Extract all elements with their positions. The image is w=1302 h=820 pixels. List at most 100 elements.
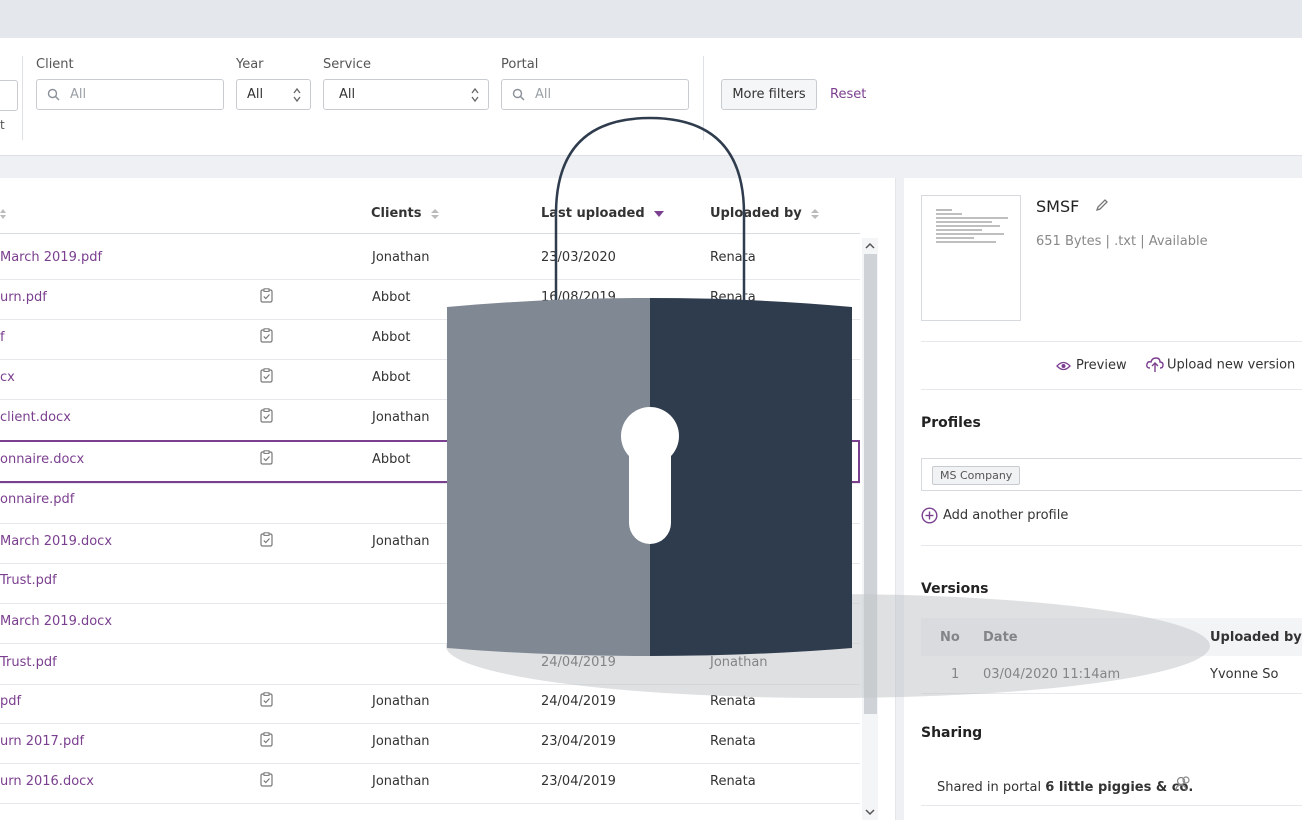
clipboard-check-icon[interactable] [260, 732, 273, 747]
client-cell: Abbot [372, 370, 411, 385]
upload-new-version-link[interactable]: Upload new version [1146, 357, 1295, 373]
versions-col-date: Date [983, 630, 1018, 645]
file-name-link[interactable]: cx [0, 370, 15, 385]
sort-icon [811, 208, 820, 219]
cloud-upload-icon [1146, 357, 1164, 372]
more-filters-button[interactable]: More filters [721, 79, 817, 110]
service-value: All [339, 87, 356, 102]
portal-search-input[interactable]: All [501, 79, 689, 110]
edit-pencil-icon[interactable] [1095, 198, 1109, 212]
row-divider [0, 483, 860, 484]
scroll-up-icon[interactable] [865, 242, 875, 250]
row-divider [0, 279, 860, 280]
last-uploaded-cell: 16/08/2019 [541, 290, 616, 305]
client-cell: Jonathan [372, 734, 430, 749]
client-cell: Jonathan [372, 410, 430, 425]
divider [921, 693, 1302, 694]
client-cell: Jonathan [372, 534, 430, 549]
shared-portal-name: 6 little piggies & co. [1045, 780, 1194, 795]
search-icon [47, 88, 60, 101]
file-name-link[interactable]: March 2019.pdf [0, 250, 102, 265]
file-name-link[interactable]: urn 2017.pdf [0, 734, 84, 749]
select-arrows-icon [471, 87, 479, 103]
file-name-link[interactable]: urn.pdf [0, 290, 47, 305]
row-divider [0, 359, 860, 360]
last-uploaded-cell: 23/04/2019 [541, 734, 616, 749]
column-header-uploaded-by[interactable]: Uploaded by [710, 206, 820, 221]
row-divider [0, 803, 860, 804]
file-name-link[interactable]: onnaire.pdf [0, 492, 74, 507]
service-label: Service [323, 57, 372, 72]
scroll-down-icon[interactable] [865, 808, 875, 816]
file-name-link[interactable]: Trust.pdf [0, 655, 57, 670]
scrollbar-thumb[interactable] [864, 254, 877, 714]
file-name-link[interactable]: pdf [0, 694, 21, 709]
client-cell: Abbot [372, 330, 411, 345]
search-icon [512, 88, 525, 101]
row-divider [0, 763, 860, 764]
version-row-no: 1 [951, 667, 960, 682]
cut-off-filter[interactable] [0, 80, 18, 111]
row-divider [0, 684, 860, 685]
portal-users-icon [1175, 776, 1190, 792]
reset-link[interactable]: Reset [830, 87, 866, 102]
document-meta: 651 Bytes | .txt | Available [1036, 234, 1208, 249]
clients-header-label: Clients [371, 206, 422, 221]
cut-off-text: t [0, 118, 5, 132]
clipboard-check-icon[interactable] [260, 692, 273, 707]
versions-heading: Versions [921, 581, 989, 597]
uploaded-by-cell: Renata [710, 694, 756, 709]
clipboard-check-icon[interactable] [260, 328, 273, 343]
select-arrows-icon [293, 87, 301, 103]
row-divider [0, 603, 860, 604]
uploaded-by-cell: Renata [710, 774, 756, 789]
clipboard-check-icon[interactable] [260, 368, 273, 383]
client-search-input[interactable]: All [36, 79, 224, 110]
sort-icon[interactable] [0, 208, 6, 220]
last-uploaded-cell: 24/04/2019 [541, 694, 616, 709]
uploaded-by-cell: Jonathan [710, 655, 768, 670]
client-cell: Jonathan [372, 250, 430, 265]
version-row-uploaded-by: Yvonne So [1210, 667, 1279, 682]
eye-icon [1056, 361, 1071, 370]
sort-icon [431, 208, 440, 219]
row-divider [0, 723, 860, 724]
file-name-link[interactable]: Trust.pdf [0, 573, 57, 588]
profile-tag[interactable]: MS Company [932, 466, 1021, 485]
preview-link[interactable]: Preview [1056, 358, 1127, 373]
service-select[interactable]: All [323, 79, 489, 110]
divider [921, 341, 1302, 342]
versions-col-no: No [940, 630, 960, 645]
clipboard-check-icon[interactable] [260, 772, 273, 787]
column-header-last-uploaded[interactable]: Last uploaded [541, 206, 665, 221]
file-name-link[interactable]: March 2019.docx [0, 614, 112, 629]
year-select[interactable]: All [236, 79, 311, 110]
row-divider [0, 643, 860, 644]
shared-prefix: Shared in portal [937, 780, 1046, 795]
document-thumbnail[interactable] [921, 195, 1021, 321]
column-header-clients[interactable]: Clients [371, 206, 440, 221]
version-row-date: 03/04/2020 11:14am [983, 667, 1121, 682]
file-name-link[interactable]: client.docx [0, 410, 71, 425]
file-name-link[interactable]: urn 2016.docx [0, 774, 94, 789]
file-name-link[interactable]: March 2019.docx [0, 534, 112, 549]
clipboard-check-icon[interactable] [260, 408, 273, 423]
versions-col-uploaded-by: Uploaded by [1210, 630, 1302, 645]
add-another-profile-label: Add another profile [943, 508, 1069, 523]
add-another-profile-link[interactable]: Add another profile [921, 507, 1068, 524]
last-uploaded-cell: 24/04/2019 [541, 655, 616, 670]
file-name-link[interactable]: f [0, 330, 5, 345]
client-cell: Jonathan [372, 774, 430, 789]
last-uploaded-cell: 23/04/2019 [541, 774, 616, 789]
sharing-heading: Sharing [921, 725, 983, 741]
header-divider [0, 233, 860, 234]
selected-row-outline [0, 440, 860, 483]
portal-label: Portal [501, 57, 539, 72]
sort-desc-icon [654, 210, 665, 217]
preview-label: Preview [1076, 358, 1127, 373]
divider [921, 805, 1302, 806]
clipboard-check-icon[interactable] [260, 288, 273, 303]
clipboard-check-icon[interactable] [260, 532, 273, 547]
add-circle-icon [921, 507, 938, 524]
row-divider [0, 319, 860, 320]
